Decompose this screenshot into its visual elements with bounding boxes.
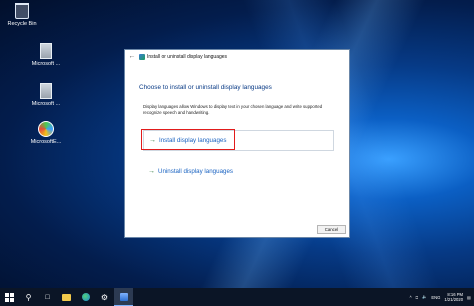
system-tray: ^ ⎕ 🔈 ENG 8:16 PM 1/21/2020 ▤ [410, 288, 471, 306]
chevron-up-icon[interactable]: ^ [410, 295, 412, 300]
search-button[interactable]: ⚲ [19, 288, 38, 306]
desktop-icon-label: Recycle Bin [7, 21, 37, 27]
computer-icon [40, 83, 52, 99]
start-button[interactable] [0, 288, 19, 306]
notification-icon[interactable]: ▤ [467, 295, 471, 300]
cancel-button[interactable]: Cancel [317, 225, 346, 234]
edge-button[interactable] [76, 288, 95, 306]
back-arrow-icon[interactable]: ← [125, 53, 139, 60]
search-icon: ⚲ [25, 292, 32, 302]
arrow-right-icon: → [148, 168, 155, 175]
option-label: Uninstall display languages [158, 168, 233, 175]
windows-logo-icon [5, 292, 14, 302]
desktop-icon-microsoft-2[interactable]: Microsoft ... [24, 83, 68, 108]
recycle-bin-icon [15, 3, 29, 19]
page-heading: Choose to install or uninstall display l… [139, 84, 272, 91]
highlight-box [141, 129, 235, 150]
settings-button[interactable]: ⚙ [95, 288, 114, 306]
clock[interactable]: 8:16 PM 1/21/2020 [444, 292, 463, 302]
language-settings-icon [139, 53, 145, 60]
gear-icon: ⚙ [100, 292, 109, 302]
input-language[interactable]: ENG [431, 295, 440, 300]
disc-icon [38, 121, 54, 137]
computer-icon [40, 43, 52, 59]
task-view-icon: □ [45, 293, 50, 301]
uninstall-display-languages-option[interactable]: → Uninstall display languages [143, 161, 334, 182]
clock-date: 1/21/2020 [444, 297, 464, 302]
description-text: Display languages allow Windows to displ… [143, 104, 323, 115]
task-view-button[interactable]: □ [38, 288, 57, 306]
window-title: Install or uninstall display languages [147, 53, 228, 60]
language-window-taskbar-button[interactable] [114, 288, 133, 306]
desktop-icon-label: Microsoft ... [31, 61, 61, 67]
desktop-icon-label: MicrosoftE... [30, 139, 62, 145]
desktop-icon-microsoft-e[interactable]: MicrosoftE... [24, 121, 68, 146]
folder-icon [62, 293, 71, 301]
edge-icon [81, 293, 90, 301]
file-explorer-button[interactable] [57, 288, 76, 306]
desktop-icon-microsoft-1[interactable]: Microsoft ... [24, 43, 68, 68]
title-bar: ← Install or uninstall display languages [125, 50, 349, 63]
taskbar: ⚲ □ ⚙ ^ ⎕ 🔈 ENG 8:16 PM 1/21/2020 ▤ [0, 288, 474, 306]
language-settings-icon [119, 292, 128, 301]
desktop-icon-recycle-bin[interactable]: Recycle Bin [0, 3, 44, 28]
desktop-icon-label: Microsoft ... [31, 101, 61, 107]
network-icon[interactable]: ⎕ [416, 295, 419, 300]
speaker-icon[interactable]: 🔈 [422, 294, 427, 300]
